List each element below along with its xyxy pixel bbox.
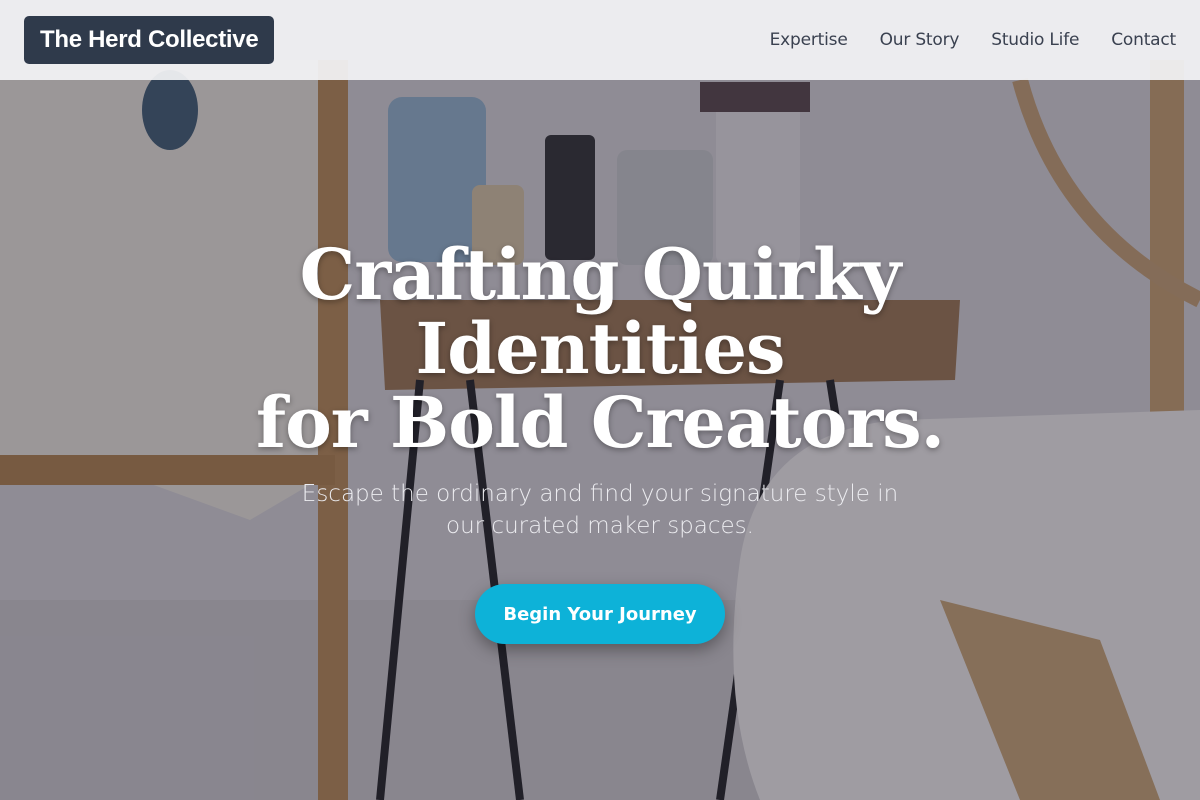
nav-link-expertise[interactable]: Expertise: [770, 30, 848, 50]
hero-title-line-2: for Bold Creators.: [256, 381, 945, 464]
main-nav: Expertise Our Story Studio Life Contact: [770, 30, 1177, 50]
nav-link-our-story[interactable]: Our Story: [880, 30, 960, 50]
begin-journey-button[interactable]: Begin Your Journey: [475, 584, 725, 644]
brand-logo[interactable]: The Herd Collective: [24, 16, 275, 64]
nav-link-studio-life[interactable]: Studio Life: [991, 30, 1079, 50]
hero-subtitle: Escape the ordinary and find your signat…: [301, 481, 899, 539]
nav-link-contact[interactable]: Contact: [1111, 30, 1176, 50]
site-header: The Herd Collective Expertise Our Story …: [0, 0, 1200, 80]
hero-title-line-1: Crafting Quirky Identities: [299, 233, 902, 390]
hero-title: Crafting Quirky Identities for Bold Crea…: [140, 238, 1060, 460]
hero-section: Crafting Quirky Identities for Bold Crea…: [0, 80, 1200, 800]
